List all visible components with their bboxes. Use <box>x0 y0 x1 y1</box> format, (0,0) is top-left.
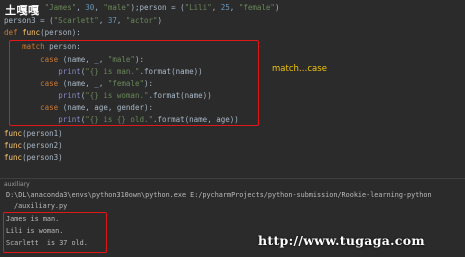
code-line-12: func(person2) <box>4 141 63 150</box>
run-tab-label[interactable]: auxiliary <box>4 181 30 188</box>
match-case-highlight-box <box>9 40 259 126</box>
code-line-13: func(person3) <box>4 153 63 162</box>
run-command-continuation: /auxiliary.py <box>14 202 68 210</box>
watermark-url: http://www.tugaga.com <box>258 233 425 248</box>
output-highlight-box <box>3 212 107 253</box>
watermark-logo-text: 土嘎嘎 <box>5 4 40 17</box>
code-editor[interactable]: "James", 30, "male");person = ("Lili", 2… <box>0 0 465 178</box>
code-line-3: def func(person): <box>4 28 81 37</box>
run-command-line: D:\DL\anaconda3\envs\python310own\python… <box>6 191 432 199</box>
match-case-annotation: match…case <box>272 64 327 74</box>
code-line-1: "James", 30, "male");person = ("Lili", 2… <box>44 3 280 12</box>
code-line-11: func(person1) <box>4 129 63 138</box>
